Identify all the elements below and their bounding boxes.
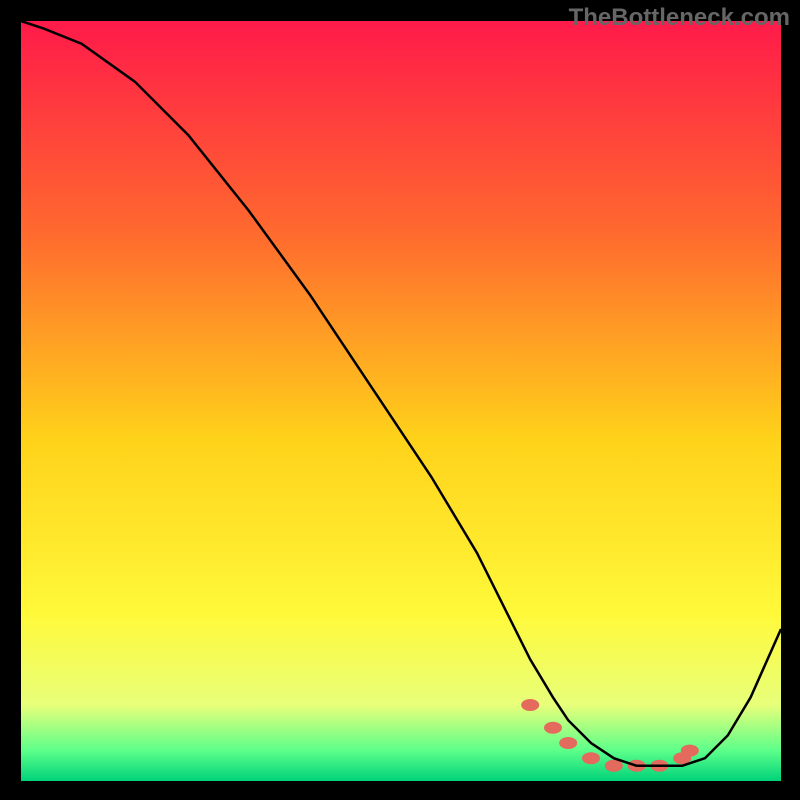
plot-area — [21, 21, 781, 781]
marker-dot — [544, 722, 562, 734]
marker-dot — [559, 737, 577, 749]
data-curve — [21, 21, 781, 766]
chart-frame: TheBottleneck.com — [0, 0, 800, 800]
marker-dot — [681, 745, 699, 757]
watermark-text: TheBottleneck.com — [569, 4, 790, 32]
marker-dot — [521, 699, 539, 711]
marker-dots — [521, 699, 699, 772]
marker-dot — [582, 752, 600, 764]
curve-layer — [21, 21, 781, 781]
